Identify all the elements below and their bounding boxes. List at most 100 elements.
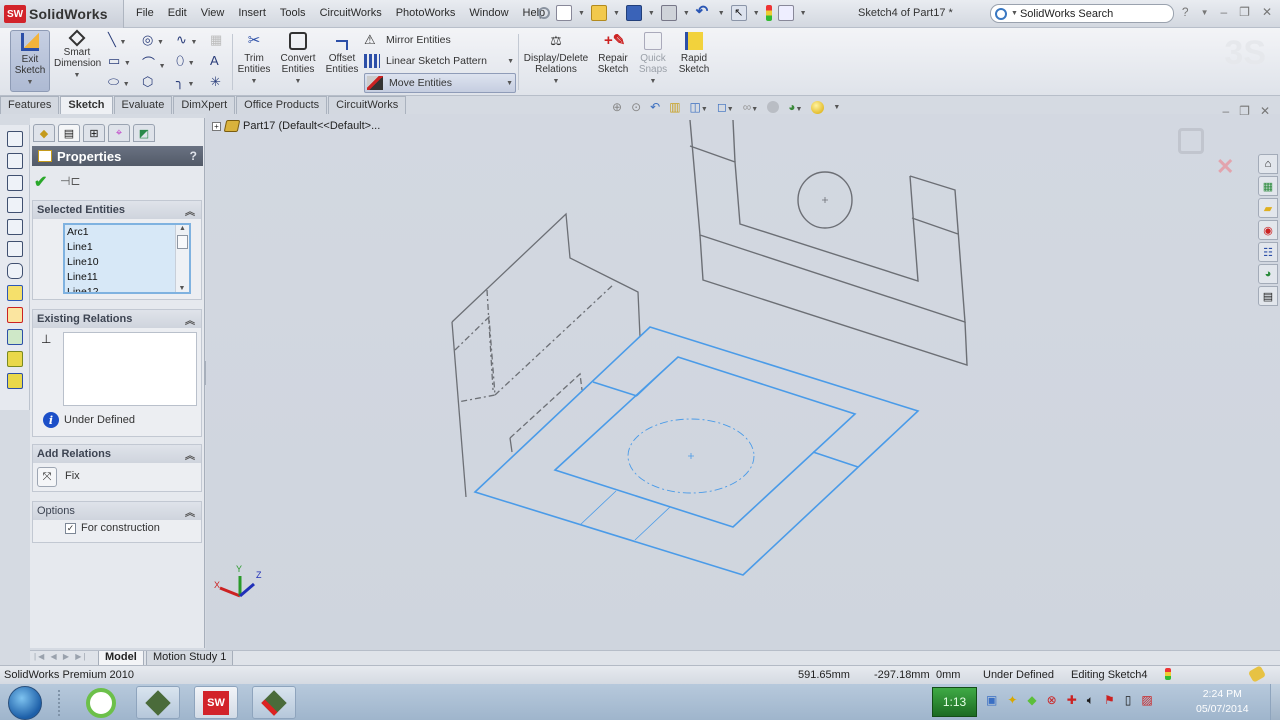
solidworks-search-input[interactable]: ▼ SolidWorks Search [990,4,1174,23]
block-insert-icon[interactable] [7,351,23,367]
smart-dimension-button[interactable]: Smart Dimension ▼ [54,29,101,81]
menu-photoworks[interactable]: PhotoWorks [396,7,456,19]
feature-manager-tab-icon[interactable]: ◆ [33,124,55,142]
help-dropdown-icon[interactable]: ▼ [1201,8,1209,19]
options-icon[interactable] [777,5,794,21]
menu-insert[interactable]: Insert [238,7,266,19]
custom-properties-icon[interactable]: ▤ [1258,286,1278,306]
menu-file[interactable]: File [136,7,154,19]
rebuild-status-icon[interactable] [1165,668,1171,680]
zoom-to-area-icon[interactable]: ⊙ [631,100,641,114]
polygon-tool-icon[interactable]: ⬡ [142,74,176,95]
view-front-icon[interactable] [7,131,23,147]
line-tool-icon[interactable]: ╲ ▼ [108,32,142,53]
menu-view[interactable]: View [201,7,225,19]
selected-entities-header[interactable]: Selected Entities ︽ [33,201,201,219]
section-view-icon[interactable]: ▥ [669,100,680,114]
tab-sketch[interactable]: Sketch [60,96,113,114]
tray-battery-icon[interactable]: ▯ [1125,693,1132,708]
for-construction-checkbox[interactable]: ✓ For construction [65,522,160,534]
tray-volume-icon[interactable]: 🔈︎ [1087,693,1094,708]
view-settings-icon[interactable] [811,100,825,114]
display-delete-relations-button[interactable]: ⚖ Display/Delete Relations ▼ [520,30,592,87]
print-dropdown-icon[interactable]: ▼ [683,10,690,17]
quick-snaps-button[interactable]: Quick Snaps ▼ [636,30,670,87]
select-dropdown-icon[interactable]: ▼ [753,10,760,17]
block-edit-icon[interactable] [7,373,23,389]
move-entities-button[interactable]: Move Entities ▼ [364,73,516,93]
existing-relations-header[interactable]: Existing Relations ︽ [33,310,201,328]
trim-entities-button[interactable]: ✂ Trim Entities ▼ [236,30,272,87]
repair-sketch-side-icon[interactable] [7,307,23,323]
help-icon[interactable]: ? [190,149,197,163]
existing-relations-list[interactable] [63,332,197,406]
zoom-to-fit-icon[interactable]: ⊕ [612,100,622,114]
tray-network-error-icon[interactable]: ⊗ [1047,693,1057,708]
list-item[interactable]: Line11 [65,270,189,285]
graphics-area[interactable]: + Part17 (Default<<Default>... ⊕ ⊙ ↶ ▥ ◫… [206,100,1280,650]
ok-checkmark-button[interactable]: ✔ [34,172,47,192]
mirror-entities-button[interactable]: ⚠ Mirror Entities [364,30,451,50]
tab-evaluate[interactable]: Evaluate [113,96,173,114]
new-dropdown-icon[interactable]: ▼ [578,10,585,17]
solidworks-logo[interactable]: SW SolidWorks [0,0,124,28]
save-icon[interactable] [625,5,642,21]
repair-sketch-button[interactable]: +✎ Repair Sketch [596,30,630,75]
selected-entities-list[interactable]: Arc1 Line1 Line10 Line11 Line12 ▲ ▼ [63,223,191,294]
trim-dropdown-icon[interactable]: ▼ [251,78,258,85]
options-header[interactable]: Options ︽ [33,502,201,520]
view-isometric-icon[interactable] [7,263,23,279]
linear-pattern-dropdown-icon[interactable]: ▼ [507,58,514,65]
collapse-chevron-icon[interactable]: ︽ [185,504,195,519]
smart-dimension-dropdown-icon[interactable]: ▼ [74,72,81,79]
list-scrollbar[interactable]: ▲ ▼ [175,225,189,292]
view-palette-icon[interactable]: ☷ [1258,242,1278,262]
fillet-tool-icon[interactable]: ╮ ▼ [176,74,210,95]
apply-scene-icon[interactable]: ◕▼ [788,100,802,114]
menu-circuitworks[interactable]: CircuitWorks [320,7,382,19]
search-dropdown-icon[interactable]: ▼ [1011,10,1018,17]
view-orientation-icon[interactable]: ◫▼ [690,100,708,114]
tab-features[interactable]: Features [0,96,60,114]
fix-relation-button[interactable]: ⤧ [37,467,57,487]
menu-window[interactable]: Window [469,7,508,19]
scroll-down-arrow-icon[interactable]: ▼ [176,285,188,292]
previous-view-icon[interactable]: ↶ [650,100,660,114]
taskbar-app-1[interactable] [136,686,180,719]
display-manager-tab-icon[interactable]: ◩ [133,124,155,142]
options-dropdown-icon[interactable]: ▼ [800,10,807,17]
collapse-chevron-icon[interactable]: ︽ [185,447,195,462]
solidworks-resources-icon[interactable]: ⌂ [1258,154,1278,174]
text-tool-icon[interactable]: A [210,53,230,74]
ellipse-tool-icon[interactable]: ⬯ ▼ [176,53,210,74]
tray-network-icon[interactable]: ▨ [1141,693,1152,708]
taskbar-clock[interactable]: 2:24 PM 05/07/2014 [1196,687,1249,717]
recorder-app-icon[interactable] [86,688,116,718]
taskbar-app-3[interactable] [252,686,296,719]
file-explorer-icon[interactable]: ▰ [1258,198,1278,218]
view-right-icon[interactable] [7,197,23,213]
open-folder-icon[interactable] [590,5,607,21]
print-icon[interactable] [660,5,677,21]
tray-wand-icon[interactable]: ✦ [1007,693,1017,708]
view-left-icon[interactable] [7,175,23,191]
list-item[interactable]: Arc1 [65,225,189,240]
undo-dropdown-icon[interactable]: ▼ [718,10,725,17]
list-item[interactable]: Line1 [65,240,189,255]
view-back-icon[interactable] [7,153,23,169]
select-pointer-icon[interactable]: ↖ [730,5,747,21]
sketch-grid-icon[interactable]: ▦ [210,32,230,53]
convert-dropdown-icon[interactable]: ▼ [295,78,302,85]
circle-tool-icon[interactable]: ◎ ▼ [142,32,176,53]
tray-e-icon[interactable]: ▣ [986,693,997,708]
tab-office-products[interactable]: Office Products [236,96,328,114]
sketch-icon[interactable] [7,285,23,301]
scroll-thumb[interactable] [177,235,188,249]
move-entities-dropdown-icon[interactable]: ▼ [506,80,513,87]
checkbox-checked-icon[interactable]: ✓ [65,522,76,534]
rectangle-tool-icon[interactable]: ▭ ▼ [108,53,142,74]
start-button[interactable] [8,686,42,720]
open-dropdown-icon[interactable]: ▼ [613,10,620,17]
rapid-sketch-button[interactable]: Rapid Sketch [676,30,712,75]
menu-edit[interactable]: Edit [168,7,187,19]
